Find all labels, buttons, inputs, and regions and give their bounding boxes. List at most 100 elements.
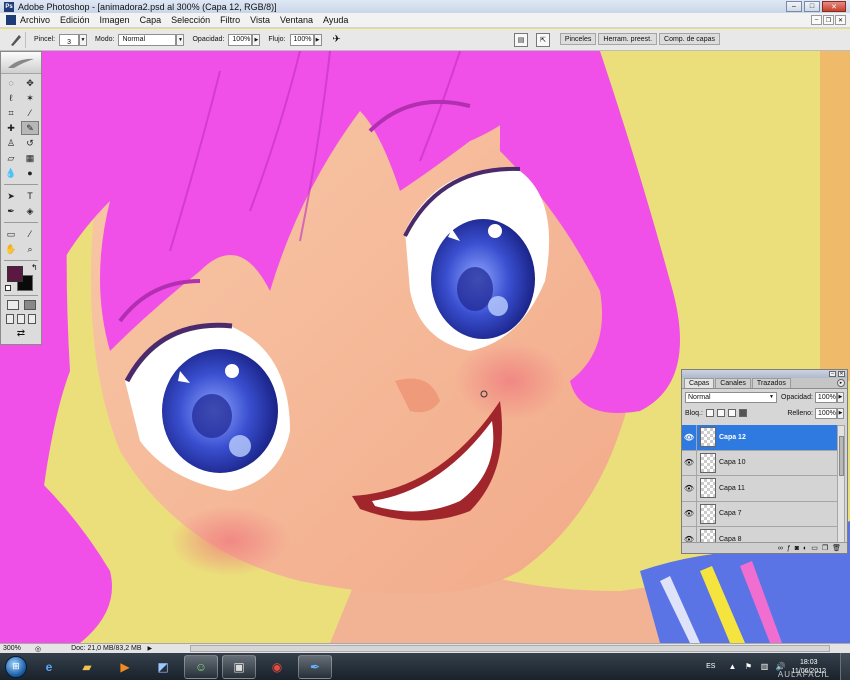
dodge-tool-icon[interactable]: ●	[21, 166, 39, 180]
explorer-folder-icon[interactable]: ▰	[70, 655, 104, 679]
jump-to-imageready-icon[interactable]: ⇄	[17, 328, 25, 339]
brush-tool-icon[interactable]: ✎	[21, 121, 39, 135]
show-desktop-button[interactable]	[840, 653, 850, 680]
layers-scrollbar[interactable]	[837, 425, 845, 544]
chrome-icon[interactable]: ◉	[260, 655, 294, 679]
layer-row[interactable]: 👁 Capa 11	[682, 475, 839, 502]
brush-tool-preset-icon[interactable]	[6, 31, 26, 48]
blend-mode-dropdown[interactable]: Normal ▼	[685, 391, 777, 403]
photoshop-icon[interactable]: ✒	[298, 654, 332, 679]
airbrush-icon[interactable]: ✈	[330, 33, 344, 47]
well-tab-composiciones[interactable]: Comp. de capas	[659, 33, 720, 45]
doc-restore-button[interactable]: ❐	[823, 15, 834, 25]
adjustment-layer-icon[interactable]: ◐	[803, 545, 807, 552]
layer-row[interactable]: 👁 Capa 10	[682, 450, 839, 476]
well-tab-pinceles[interactable]: Pinceles	[559, 33, 597, 45]
menu-capa[interactable]: Capa	[140, 15, 162, 25]
panel-minimize-icon[interactable]: –	[829, 371, 836, 377]
lasso-tool-icon[interactable]: ℓ	[2, 91, 20, 105]
tab-capas[interactable]: Capas	[684, 378, 715, 388]
flow-slider-arrow-icon[interactable]: ▶	[313, 33, 322, 46]
screen-mode-full-icon[interactable]	[28, 314, 37, 324]
minimize-button[interactable]: –	[786, 1, 802, 12]
toolbox-header[interactable]	[1, 52, 41, 74]
foreground-color-swatch[interactable]	[7, 266, 23, 282]
palette-well-icon[interactable]: ⇱	[536, 33, 550, 47]
document-canvas[interactable]	[0, 51, 850, 643]
magic-wand-tool-icon[interactable]: ✶	[21, 91, 39, 105]
menu-vista[interactable]: Vista	[250, 15, 270, 25]
new-group-icon[interactable]: ▭	[811, 544, 818, 552]
layer-row[interactable]: 👁 Capa 12	[682, 425, 839, 451]
marquee-tool-icon[interactable]: ◌	[2, 76, 20, 90]
horizontal-scrollbar[interactable]	[190, 645, 830, 652]
language-indicator[interactable]: ES	[706, 663, 715, 670]
action-center-icon[interactable]: ⚑	[743, 662, 753, 671]
fill-arrow-icon[interactable]: ▶	[837, 407, 844, 419]
layer-mask-icon[interactable]: ◙	[795, 545, 799, 552]
status-info-icon[interactable]: ◎	[35, 645, 41, 653]
screen-mode-standard-icon[interactable]	[5, 314, 14, 324]
swap-colors-icon[interactable]: ↰	[31, 263, 38, 272]
well-tab-herramientas[interactable]: Herram. preest.	[598, 33, 658, 45]
layer-style-icon[interactable]: ƒ	[787, 545, 791, 552]
path-selection-tool-icon[interactable]: ➤	[2, 189, 20, 203]
status-menu-arrow-icon[interactable]: ▶	[148, 645, 153, 652]
tray-expand-icon[interactable]: ▲	[727, 662, 737, 671]
brush-picker-arrow-icon[interactable]: ▼	[79, 33, 88, 46]
visibility-eye-icon[interactable]: 👁	[682, 450, 697, 476]
layers-panel-titlebar[interactable]: – ✕	[682, 370, 847, 378]
visibility-eye-icon[interactable]: 👁	[682, 501, 697, 527]
move-tool-icon[interactable]: ✥	[21, 76, 39, 90]
menu-seleccion[interactable]: Selección	[171, 15, 210, 25]
menu-filtro[interactable]: Filtro	[220, 15, 240, 25]
menu-edicion[interactable]: Edición	[60, 15, 90, 25]
mode-dropdown[interactable]: Normal	[118, 33, 177, 46]
doc-close-button[interactable]: ✕	[835, 15, 846, 25]
network-icon[interactable]: ▥	[759, 662, 769, 671]
opacity-slider-arrow-icon[interactable]: ▶	[252, 33, 261, 46]
gradient-tool-icon[interactable]: ▦	[21, 151, 39, 165]
fill-input[interactable]: 100%	[815, 407, 837, 419]
quick-mask-mode-icon[interactable]	[23, 300, 36, 310]
close-button[interactable]: ✕	[822, 1, 846, 12]
delete-layer-icon[interactable]: 🗑	[832, 544, 841, 552]
pen-tool-icon[interactable]: ✒	[2, 204, 20, 218]
link-layers-icon[interactable]: ∞	[778, 545, 783, 552]
mode-dropdown-arrow-icon[interactable]: ▼	[176, 33, 185, 46]
hand-tool-icon[interactable]: ✋	[2, 242, 20, 256]
visibility-eye-icon[interactable]: 👁	[682, 475, 697, 501]
menu-archivo[interactable]: Archivo	[20, 15, 50, 25]
photo-app-icon[interactable]: ◩	[146, 655, 180, 679]
standard-mode-icon[interactable]	[6, 300, 19, 310]
slice-tool-icon[interactable]: ⁄	[21, 106, 39, 120]
opacity-input[interactable]: 100%	[228, 33, 253, 46]
lock-pixels-icon[interactable]	[716, 409, 725, 417]
start-button[interactable]: ⊞	[2, 653, 30, 680]
default-colors-icon[interactable]	[5, 285, 11, 291]
internet-explorer-icon[interactable]: e	[32, 655, 66, 679]
zoom-level[interactable]: 300%	[3, 645, 33, 652]
media-player-icon[interactable]: ▶	[108, 655, 142, 679]
panel-close-icon[interactable]: ✕	[838, 371, 845, 377]
new-layer-icon[interactable]: ❐	[822, 544, 828, 552]
screen-mode-menu-icon[interactable]	[16, 314, 25, 324]
messenger-icon[interactable]: ☺	[184, 654, 218, 679]
file-browser-icon[interactable]: ▤	[514, 33, 528, 47]
menu-ayuda[interactable]: Ayuda	[323, 15, 348, 25]
video-app-icon[interactable]: ▣	[222, 654, 256, 679]
panel-menu-icon[interactable]: ▸	[837, 379, 845, 387]
layers-scrollbar-thumb[interactable]	[839, 436, 844, 476]
healing-brush-tool-icon[interactable]: ✚	[2, 121, 20, 135]
shape-tool-icon[interactable]: ◈	[21, 204, 39, 218]
tab-trazados[interactable]: Trazados	[751, 378, 791, 388]
lock-transparency-icon[interactable]	[705, 409, 714, 417]
menu-ventana[interactable]: Ventana	[280, 15, 313, 25]
blur-tool-icon[interactable]: 💧	[2, 166, 20, 180]
zoom-tool-icon[interactable]: ⌕	[21, 242, 39, 256]
visibility-eye-icon[interactable]: 👁	[682, 425, 697, 450]
eyedropper-tool-icon[interactable]: ⁄	[21, 227, 39, 241]
brush-size-picker[interactable]: 3	[59, 33, 80, 46]
type-tool-icon[interactable]: T	[21, 189, 39, 203]
maximize-button[interactable]: □	[804, 1, 820, 12]
